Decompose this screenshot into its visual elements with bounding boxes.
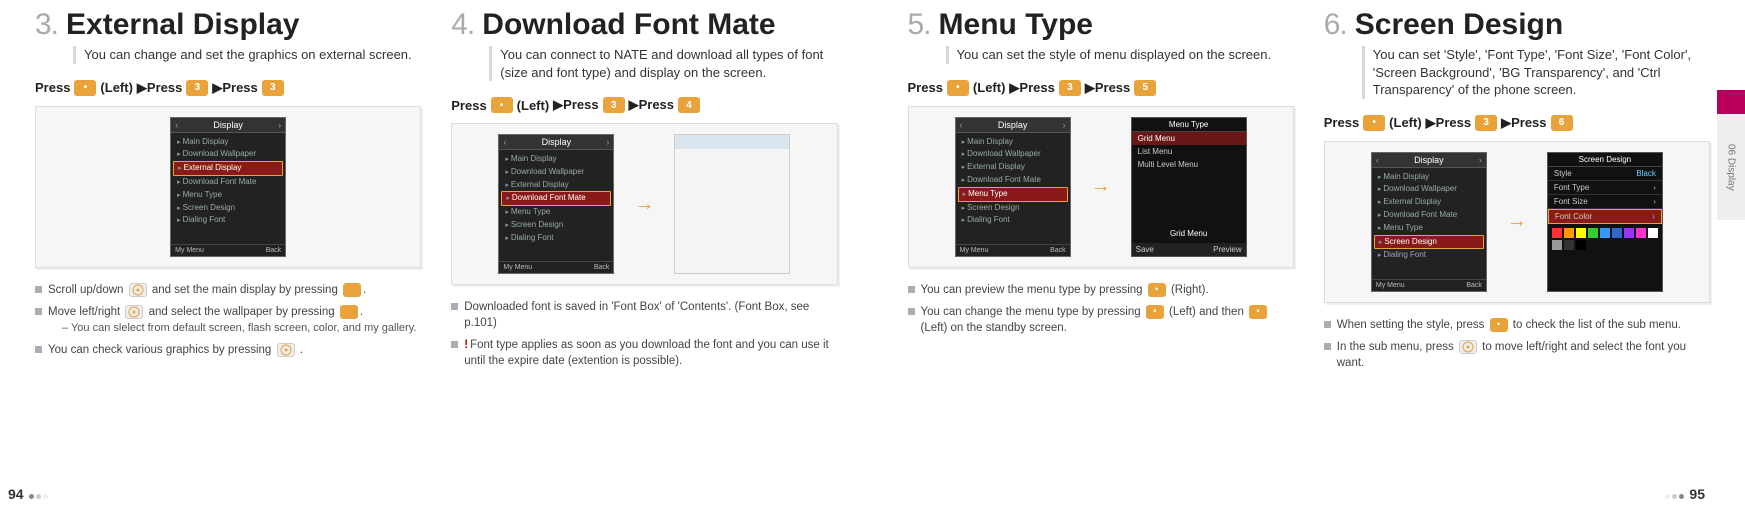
press-instructions: Press • (Left) ▶Press 3 ▶Press 3 <box>35 80 421 96</box>
section-title: Menu Type <box>939 10 1093 40</box>
keypad-key-icon: 3 <box>1059 80 1081 96</box>
keypad-key-icon: 6 <box>1551 115 1573 131</box>
keypad-key-icon: 3 <box>186 80 208 96</box>
section-4: 4. Download Font Mate You can connect to… <box>436 10 852 510</box>
section-desc: You can set 'Style', 'Font Type', 'Font … <box>1362 46 1710 99</box>
phone-screen-nate <box>674 134 790 274</box>
section-desc: You can change and set the graphics on e… <box>73 46 421 64</box>
soft-key-icon: • <box>1146 305 1164 319</box>
section-title: Screen Design <box>1355 10 1563 40</box>
section-5: 5. Menu Type You can set the style of me… <box>893 10 1309 510</box>
soft-key-icon: • <box>1148 283 1166 297</box>
phone-screen: Display Main Display Download Wallpaper … <box>955 117 1071 257</box>
bullets: You can preview the menu type by pressin… <box>908 282 1294 336</box>
screenshot-box: Display Main Display Download Wallpaper … <box>451 123 837 285</box>
section-desc: You can set the style of menu displayed … <box>946 46 1294 64</box>
phone-screen: Display Main Display Download Wallpaper … <box>1371 152 1487 292</box>
page-number-left: 94 <box>8 486 49 502</box>
nav-icon <box>129 283 147 297</box>
press-instructions: Press • (Left) ▶Press 3 ▶Press 6 <box>1324 115 1710 131</box>
nav-icon <box>277 343 295 357</box>
screenshot-box: Display Main Display Download Wallpaper … <box>1324 141 1710 303</box>
soft-key-icon: • <box>947 80 969 96</box>
phone-screen: Display Main Display Download Wallpaper … <box>170 117 286 257</box>
section-desc: You can connect to NATE and download all… <box>489 46 837 81</box>
soft-key-icon: • <box>1490 318 1508 332</box>
page-number-right: 95 <box>1664 486 1705 502</box>
section-title: Download Font Mate <box>482 10 775 40</box>
keypad-key-icon: 5 <box>1134 80 1156 96</box>
section-number: 3. <box>35 10 58 40</box>
phone-screen: Display Main Display Download Wallpaper … <box>498 134 614 274</box>
bullets: Downloaded font is saved in 'Font Box' o… <box>451 299 837 369</box>
section-title: External Display <box>66 10 299 40</box>
arrow-icon: → <box>634 193 654 216</box>
section-3: 3. External Display You can change and s… <box>20 10 436 510</box>
keypad-key-icon: 3 <box>1475 115 1497 131</box>
screenshot-box: Display Main Display Download Wallpaper … <box>35 106 421 268</box>
ok-key-icon <box>343 283 361 297</box>
section-number: 6. <box>1324 10 1347 40</box>
press-instructions: Press • (Left) ▶Press 3 ▶Press 5 <box>908 80 1294 96</box>
bullets: When setting the style, press • to check… <box>1324 317 1710 371</box>
phone-screen-screendesign: Screen Design StyleBlack Font Type› Font… <box>1547 152 1663 292</box>
section-number: 4. <box>451 10 474 40</box>
soft-key-icon: • <box>1363 115 1385 131</box>
soft-key-icon: • <box>491 97 513 113</box>
keypad-key-icon: 4 <box>678 97 700 113</box>
keypad-key-icon: 3 <box>603 97 625 113</box>
nav-icon <box>1459 340 1477 354</box>
arrow-icon: → <box>1091 175 1111 198</box>
press-instructions: Press • (Left) ▶Press 3 ▶Press 4 <box>451 97 837 113</box>
soft-key-icon: • <box>1249 305 1267 319</box>
warning-icon: ! <box>464 339 468 351</box>
phone-screen-menutype: Menu Type Grid Menu List Menu Multi Leve… <box>1131 117 1247 257</box>
screenshot-box: Display Main Display Download Wallpaper … <box>908 106 1294 268</box>
arrow-icon: → <box>1507 210 1527 233</box>
soft-key-icon: • <box>74 80 96 96</box>
section-6: 6. Screen Design You can set 'Style', 'F… <box>1309 10 1725 510</box>
keypad-key-icon: 3 <box>262 80 284 96</box>
bullets: Scroll up/down and set the main display … <box>35 282 421 359</box>
nav-icon <box>125 305 143 319</box>
section-number: 5. <box>908 10 931 40</box>
ok-key-icon <box>340 305 358 319</box>
side-tab: 06 Display <box>1717 90 1745 220</box>
